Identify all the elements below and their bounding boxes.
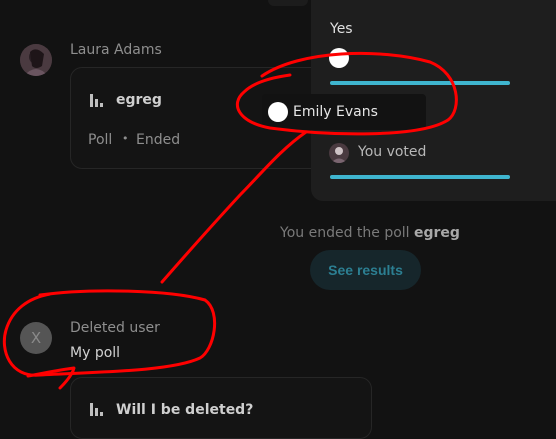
avatar[interactable] [20,44,52,76]
notice-text: You ended the poll [280,225,415,241]
poll-type: Poll [88,132,113,148]
voter-avatar-white [329,48,349,68]
option-bar-fill [330,81,510,85]
author-name[interactable]: Laura Adams [70,42,162,58]
poll-card[interactable]: Will I be deleted? [70,377,372,439]
poll-meta-separator: • [122,132,129,145]
notice-poll-name: egreg [414,225,460,241]
avatar-image [20,44,52,76]
author-name[interactable]: Deleted user [70,320,160,336]
avatar[interactable]: X [20,322,52,354]
poll-status: Ended [136,132,181,148]
poll-ended-notice: You ended the poll egreg [280,225,460,241]
poll-icon [89,92,105,108]
annotation-tail [26,366,76,390]
see-results-button[interactable]: See results [310,250,421,290]
previous-card-edge [268,0,308,6]
voter-avatar [329,143,349,163]
you-voted-label: You voted [358,144,427,160]
voted-bar-fill [330,175,510,179]
voter-tooltip: Emily Evans [262,94,426,130]
tooltip-avatar [268,102,288,122]
avatar-initial: X [30,329,42,347]
message-text: My poll [70,345,121,361]
tooltip-name: Emily Evans [293,104,378,120]
voted-bar-track [330,175,510,179]
option-label: Yes [330,21,353,37]
poll-icon [89,401,105,417]
option-bar-track [330,81,510,85]
poll-title: Will I be deleted? [116,402,254,418]
poll-title: egreg [116,92,162,108]
